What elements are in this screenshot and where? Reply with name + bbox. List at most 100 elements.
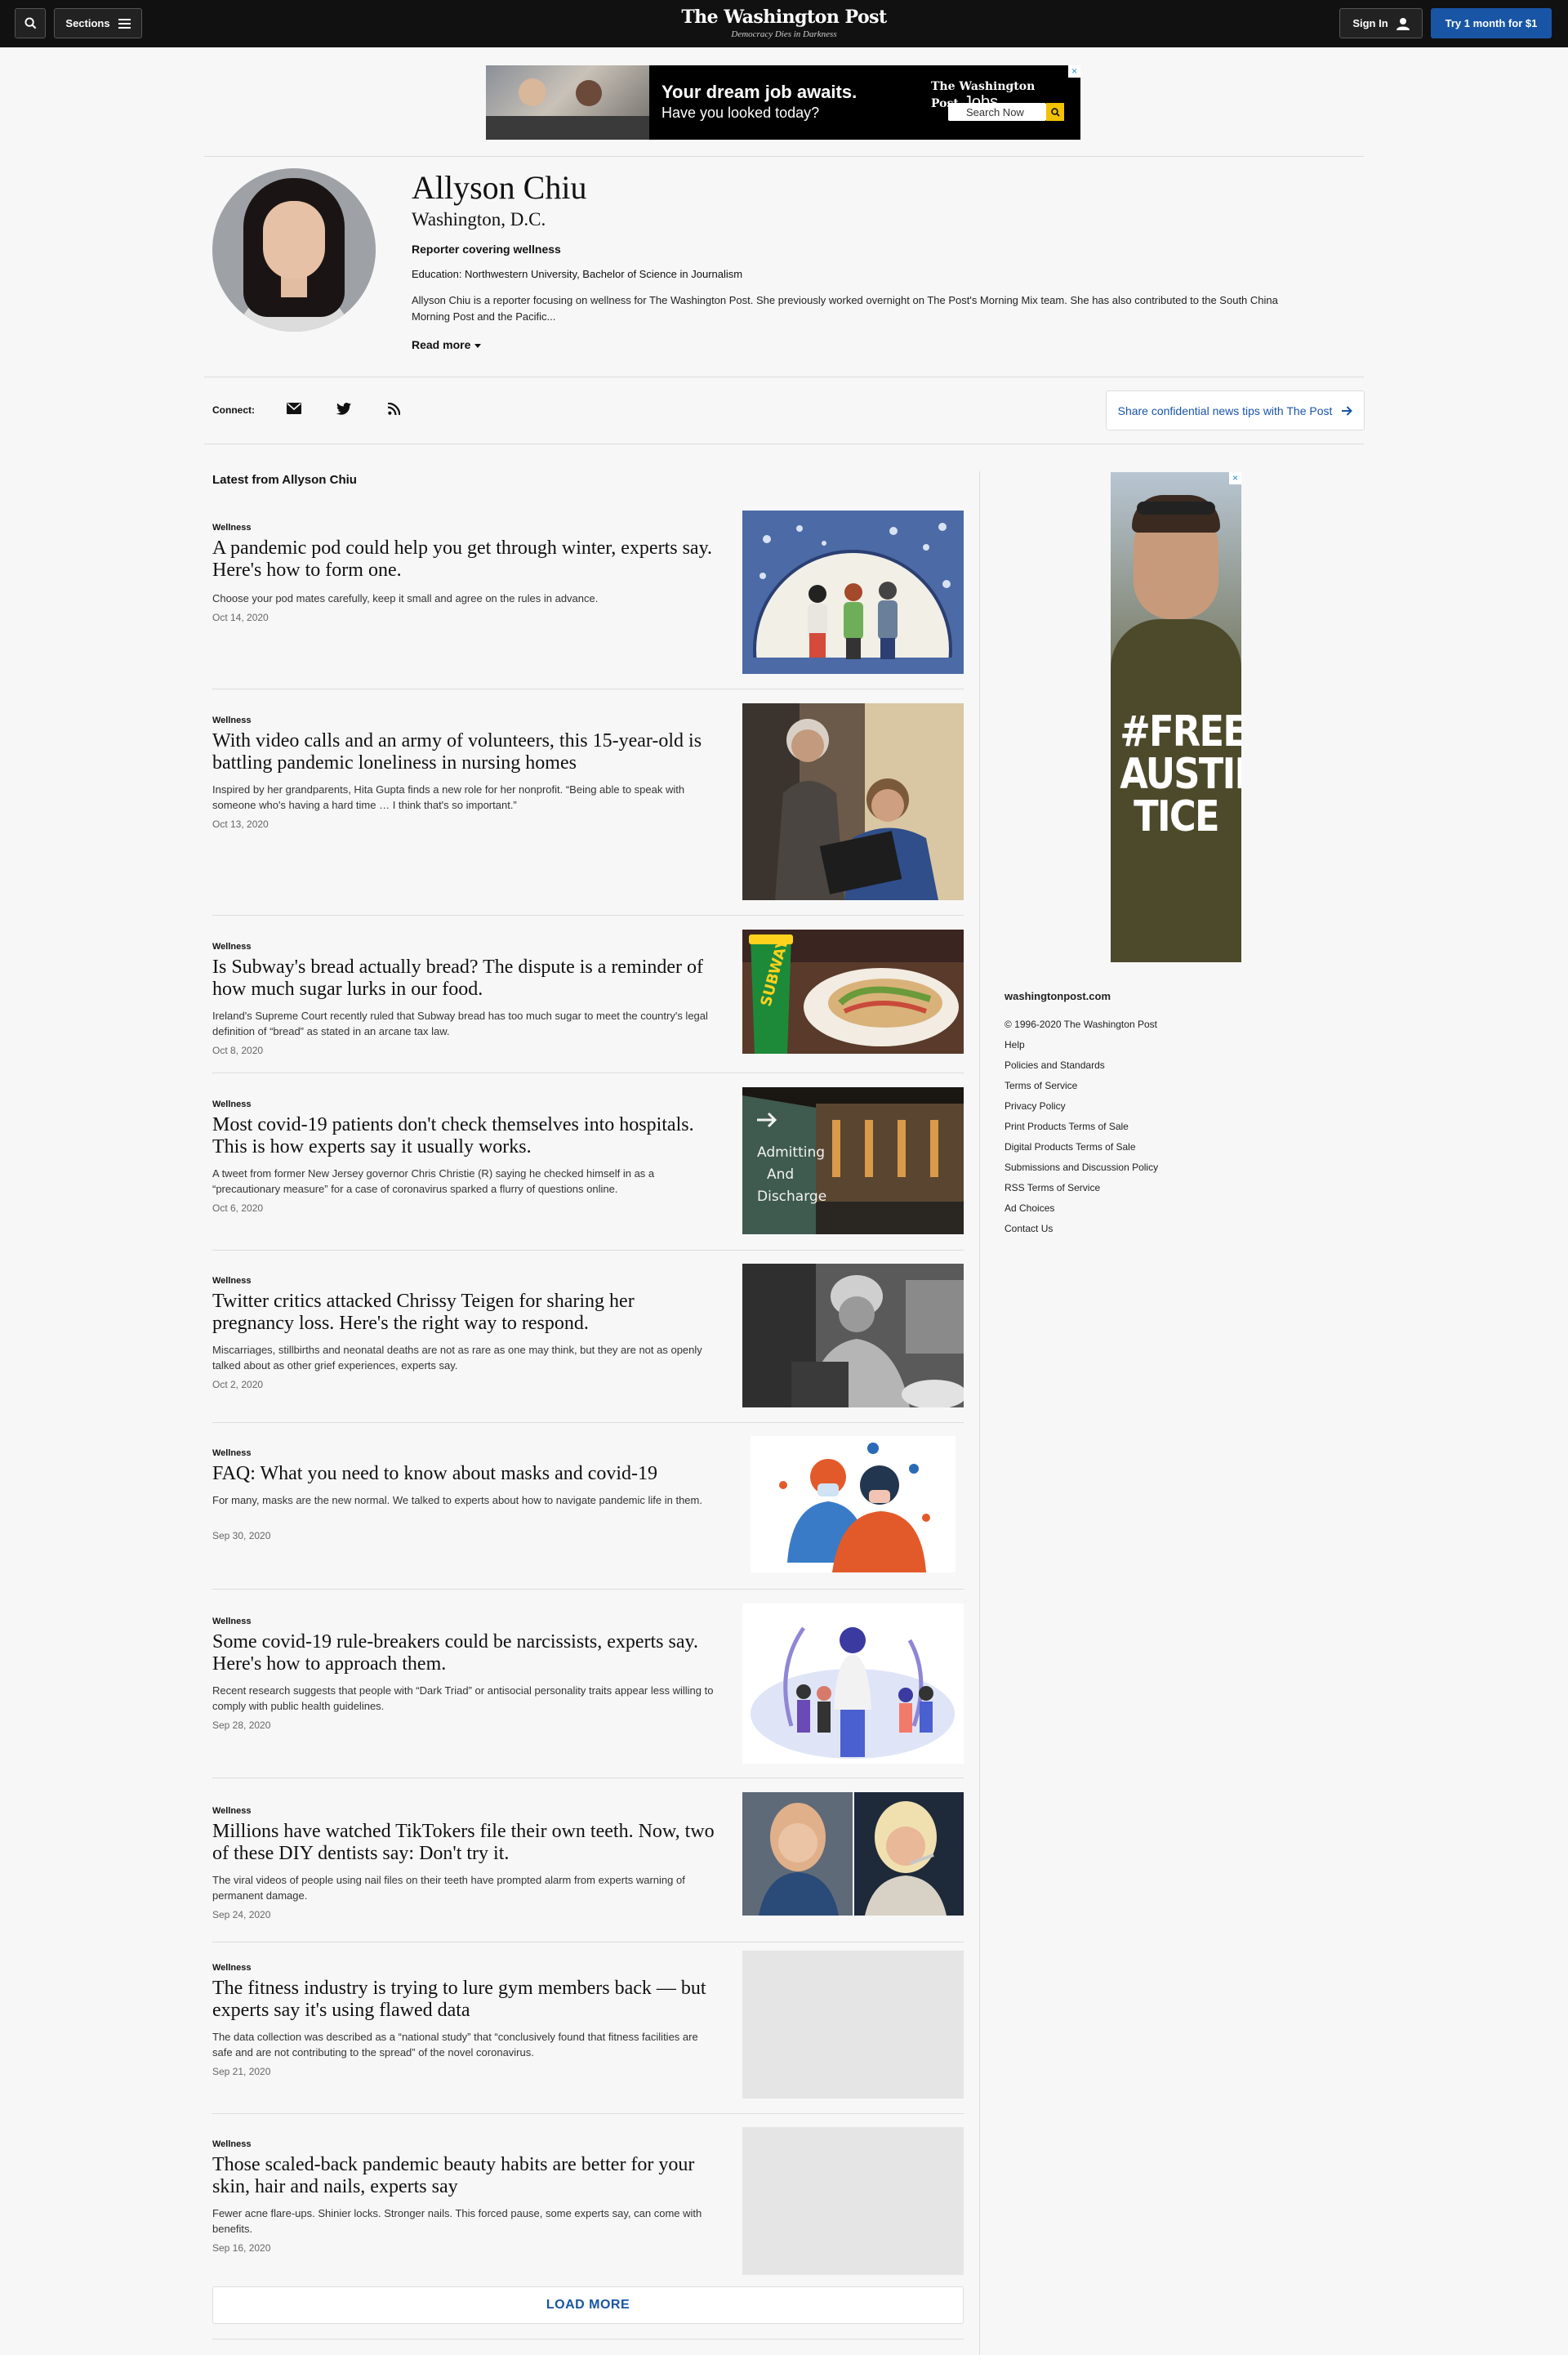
story-blurb: Ireland's Supreme Court recently ruled t… (212, 1010, 708, 1037)
story-kicker: Wellness (212, 1448, 252, 1458)
story-thumbnail[interactable] (742, 1264, 964, 1407)
footer-copyright: © 1996-2020 The Washington Post (1004, 1019, 1157, 1030)
story-date: Sep 30, 2020 (212, 1530, 271, 1541)
rss-icon[interactable] (384, 399, 403, 418)
ad-close-icon[interactable]: × (1068, 65, 1080, 78)
story-thumbnail-placeholder[interactable] (742, 2127, 964, 2275)
read-more-button[interactable]: Read more (412, 338, 482, 351)
story-kicker: Wellness (212, 1617, 252, 1626)
story-headline[interactable]: Most covid-19 patients don't check thems… (212, 1114, 719, 1158)
footer-link-rss-terms[interactable]: RSS Terms of Service (1004, 1178, 1158, 1198)
search-button[interactable] (15, 8, 46, 38)
svg-text:Discharge: Discharge (757, 1189, 826, 1205)
story-headline[interactable]: Is Subway's bread actually bread? The di… (212, 957, 719, 1001)
author-avatar (212, 168, 376, 332)
story-kicker: Wellness (212, 1099, 252, 1109)
story-blurb: Fewer acne flare-ups. Shinier locks. Str… (212, 2207, 702, 2235)
story-thumbnail[interactable] (751, 1436, 956, 1572)
story-headline[interactable]: The fitness industry is trying to lure g… (212, 1978, 719, 2022)
footer-link-policies[interactable]: Policies and Standards (1004, 1055, 1158, 1076)
user-icon (1396, 17, 1410, 30)
story-blurb: The viral videos of people using nail fi… (212, 1874, 685, 1902)
story-kicker: Wellness (212, 1963, 252, 1973)
story-thumbnail[interactable]: Admitting And Discharge (742, 1087, 964, 1234)
footer-link-digital-terms[interactable]: Digital Products Terms of Sale (1004, 1137, 1158, 1157)
story-headline[interactable]: Millions have watched TikTokers file the… (212, 1821, 719, 1865)
story-blurb: Choose your pod mates carefully, keep it… (212, 592, 599, 604)
logo-tagline: Democracy Dies in Darkness (731, 29, 837, 39)
story-blurb: Miscarriages, stillbirths and neonatal d… (212, 1344, 702, 1372)
feed-title: Latest from Allyson Chiu (212, 473, 357, 487)
svg-text:And: And (767, 1166, 794, 1183)
story-headline[interactable]: Those scaled-back pandemic beauty habits… (212, 2154, 719, 2198)
email-icon[interactable] (284, 399, 304, 418)
author-education: Education: Northwestern University, Bach… (412, 268, 743, 280)
story-date: Oct 6, 2020 (212, 1202, 264, 1214)
story-date: Sep 28, 2020 (212, 1719, 271, 1731)
footer-link-terms[interactable]: Terms of Service (1004, 1076, 1158, 1096)
story-blurb: For many, masks are the new normal. We t… (212, 1494, 702, 1506)
ad-close-icon[interactable]: × (1229, 472, 1241, 484)
footer-link-submissions[interactable]: Submissions and Discussion Policy (1004, 1157, 1158, 1178)
story-date: Sep 16, 2020 (212, 2242, 271, 2254)
load-more-button[interactable]: LOAD MORE (212, 2286, 964, 2324)
story-headline[interactable]: Twitter critics attacked Chrissy Teigen … (212, 1291, 719, 1335)
caret-down-icon (474, 343, 482, 348)
story-headline[interactable]: A pandemic pod could help you get throug… (212, 537, 719, 582)
footer-site-name[interactable]: washingtonpost.com (1004, 986, 1158, 1006)
divider (212, 2113, 964, 2114)
story-thumbnail-placeholder[interactable] (742, 1951, 964, 2099)
rail-advertisement[interactable]: #FREE AUSTIN TICE × (1111, 472, 1241, 962)
story-headline[interactable]: FAQ: What you need to know about masks a… (212, 1463, 719, 1485)
story-headline[interactable]: With video calls and an army of voluntee… (212, 730, 719, 774)
story-kicker: Wellness (212, 1806, 252, 1816)
divider (212, 1777, 964, 1778)
sign-in-label: Sign In (1352, 17, 1388, 29)
sign-in-button[interactable]: Sign In (1339, 8, 1423, 38)
search-icon (24, 17, 36, 29)
story-kicker: Wellness (212, 716, 252, 725)
jobs-ad-banner[interactable]: Your dream job awaits. Have you looked t… (486, 65, 1080, 140)
search-icon (1050, 107, 1060, 117)
logo-wordmark: The Washington Post (681, 7, 887, 28)
author-bio: Allyson Chiu is a reporter focusing on w… (412, 294, 1278, 323)
footer-link-contact[interactable]: Contact Us (1004, 1219, 1158, 1239)
ad-search-go[interactable] (1046, 103, 1064, 121)
footer-link-print-terms[interactable]: Print Products Terms of Sale (1004, 1117, 1158, 1137)
story-date: Oct 2, 2020 (212, 1379, 264, 1390)
footer-links: washingtonpost.com © 1996-2020 The Washi… (1004, 986, 1158, 1239)
author-location: Washington, D.C. (412, 209, 546, 230)
ad-search-button[interactable]: Search Now (948, 103, 1046, 121)
top-navigation-bar: Sections The Washington Post Democracy D… (0, 0, 1568, 47)
story-thumbnail[interactable]: SUBWAY (742, 930, 964, 1054)
story-blurb: Inspired by her grandparents, Hita Gupta… (212, 783, 685, 811)
footer-link-help[interactable]: Help (1004, 1035, 1158, 1055)
twitter-icon[interactable] (334, 399, 354, 418)
story-thumbnail[interactable] (742, 511, 964, 674)
divider (212, 1422, 964, 1423)
share-news-tips-button[interactable]: Share confidential news tips with The Po… (1106, 390, 1365, 430)
site-logo[interactable]: The Washington Post Democracy Dies in Da… (621, 7, 947, 39)
sections-menu-button[interactable]: Sections (54, 8, 142, 38)
footer-link-ad-choices[interactable]: Ad Choices (1004, 1198, 1158, 1219)
story-thumbnail[interactable] (742, 1603, 964, 1764)
ad-photo (486, 65, 649, 140)
arrow-right-icon (1342, 405, 1353, 416)
story-date: Oct 13, 2020 (212, 818, 269, 830)
story-blurb: Recent research suggests that people wit… (212, 1684, 714, 1712)
story-headline[interactable]: Some covid-19 rule-breakers could be nar… (212, 1631, 719, 1675)
rail-ad-slogan-line: #FREE (1120, 707, 1241, 756)
story-date: Oct 14, 2020 (212, 612, 269, 623)
read-more-label: Read more (412, 338, 471, 351)
footer-link-privacy[interactable]: Privacy Policy (1004, 1096, 1158, 1117)
story-date: Sep 21, 2020 (212, 2066, 271, 2077)
story-thumbnail[interactable] (742, 703, 964, 900)
subscribe-trial-button[interactable]: Try 1 month for $1 (1431, 8, 1552, 38)
story-date: Oct 8, 2020 (212, 1045, 264, 1056)
sections-label: Sections (65, 17, 110, 29)
share-news-tips-label: Share confidential news tips with The Po… (1117, 404, 1333, 417)
story-thumbnail[interactable] (742, 1792, 964, 1916)
story-kicker: Wellness (212, 1276, 252, 1286)
story-kicker: Wellness (212, 523, 252, 533)
hamburger-menu-icon (118, 18, 131, 29)
